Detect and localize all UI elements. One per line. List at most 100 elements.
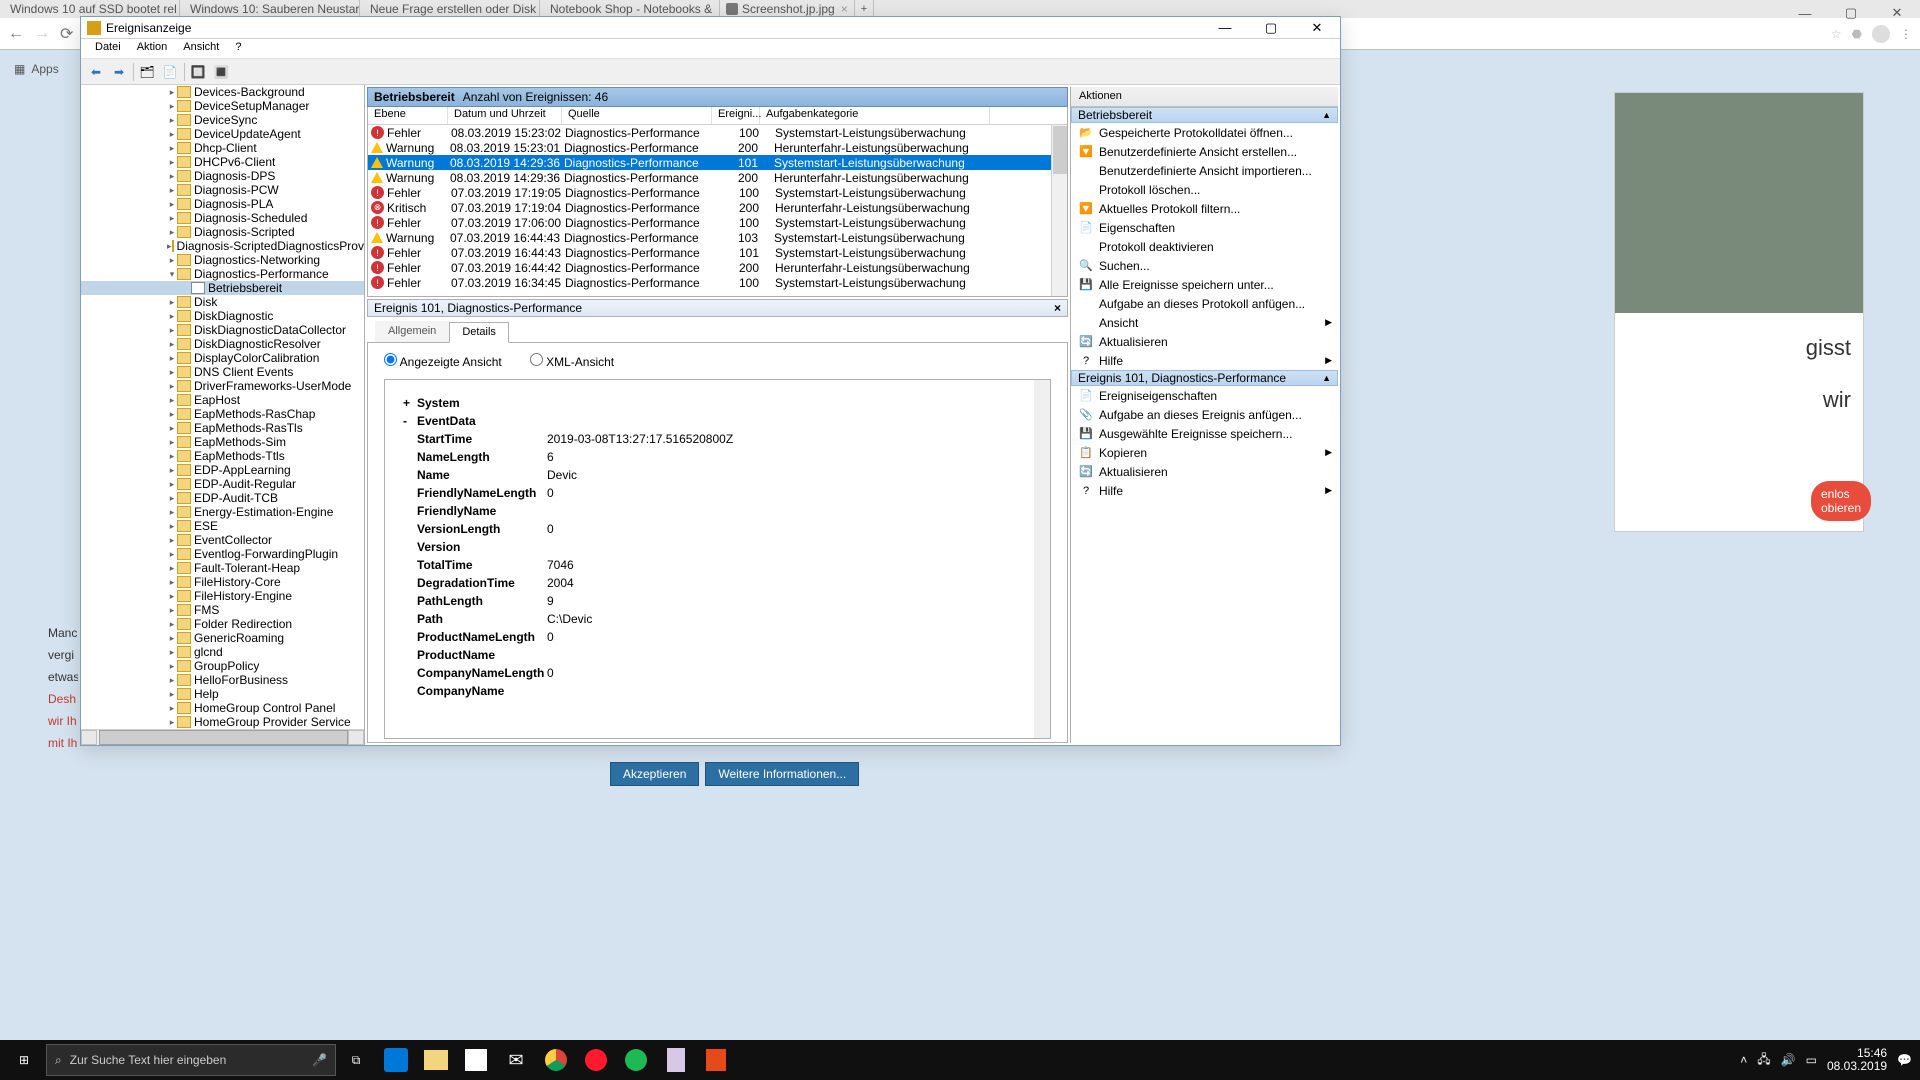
start-button[interactable]: ⊞ <box>0 1040 48 1080</box>
tree-node[interactable]: ▾Diagnostics-Performance <box>81 267 364 281</box>
action-item[interactable]: 💾Alle Ereignisse speichern unter... <box>1071 275 1338 294</box>
browser-maximize-button[interactable]: ▢ <box>1828 0 1874 26</box>
tree-node[interactable]: ▸DiskDiagnosticDataCollector <box>81 323 364 337</box>
taskbar-app-icon[interactable] <box>656 1040 696 1080</box>
tree-node[interactable]: ▸HomeGroup Provider Service <box>81 715 364 729</box>
tree-node[interactable]: ▸EapMethods-RasChap <box>81 407 364 421</box>
tree-node[interactable]: ▸EDP-AppLearning <box>81 463 364 477</box>
browser-close-button[interactable]: ✕ <box>1874 0 1920 26</box>
event-row[interactable]: !Fehler07.03.2019 17:19:05Diagnostics-Pe… <box>368 185 1051 200</box>
nav-forward-button[interactable]: ➡ <box>108 61 130 83</box>
menu-item[interactable]: Ansicht <box>175 39 227 58</box>
expand-arrow-icon[interactable]: ▸ <box>167 465 177 476</box>
tree-node[interactable]: ▸HelloForBusiness <box>81 673 364 687</box>
tree-node[interactable]: ▸Diagnosis-Scripted <box>81 225 364 239</box>
expand-arrow-icon[interactable]: ▸ <box>167 703 177 714</box>
tree-node[interactable]: ▸EapMethods-RasTls <box>81 421 364 435</box>
taskbar-chrome-icon[interactable] <box>536 1040 576 1080</box>
detail-scrollbar[interactable] <box>1034 380 1050 738</box>
tree-node[interactable]: ▸GroupPolicy <box>81 659 364 673</box>
tree-node[interactable]: ▸DiskDiagnosticResolver <box>81 337 364 351</box>
taskbar-explorer-icon[interactable] <box>416 1040 456 1080</box>
expand-arrow-icon[interactable]: ▸ <box>167 507 177 518</box>
tree-node[interactable]: ▸EDP-Audit-Regular <box>81 477 364 491</box>
actions-section-log[interactable]: Betriebsbereit▲ <box>1071 107 1338 123</box>
show-hide-tree-button[interactable]: 🗂 <box>136 61 158 83</box>
star-icon[interactable]: ☆ <box>1831 27 1842 41</box>
menu-item[interactable]: ? <box>227 39 249 58</box>
task-view-button[interactable]: ⧉ <box>336 1040 376 1080</box>
tree-node[interactable]: ▸Diagnosis-DPS <box>81 169 364 183</box>
expand-arrow-icon[interactable]: ▸ <box>167 549 177 560</box>
reload-button[interactable]: ⟳ <box>60 24 73 44</box>
expand-arrow-icon[interactable]: ▸ <box>167 479 177 490</box>
tree-node[interactable]: ▸glcnd <box>81 645 364 659</box>
tree-node[interactable]: ▸Disk <box>81 295 364 309</box>
tray-network-icon[interactable]: 🖧 <box>1757 1050 1770 1071</box>
column-header[interactable]: Aufgabenkategorie <box>760 107 990 124</box>
event-row[interactable]: !Fehler07.03.2019 17:06:00Diagnostics-Pe… <box>368 215 1051 230</box>
expand-arrow-icon[interactable]: ▸ <box>167 577 177 588</box>
radio-xml-view[interactable]: XML-Ansicht <box>530 353 614 369</box>
expand-arrow-icon[interactable]: ▸ <box>167 367 177 378</box>
tree-node[interactable]: ▸DeviceUpdateAgent <box>81 127 364 141</box>
expand-arrow-icon[interactable]: ▸ <box>167 171 177 182</box>
expand-arrow-icon[interactable]: ▾ <box>167 269 177 280</box>
event-row[interactable]: Warnung08.03.2019 14:29:36Diagnostics-Pe… <box>368 170 1051 185</box>
tray-overflow-icon[interactable]: ˄ <box>1740 1053 1747 1067</box>
tree-node[interactable]: ▸EDP-Audit-TCB <box>81 491 364 505</box>
detail-close-button[interactable]: × <box>1054 301 1061 315</box>
taskbar-store-icon[interactable] <box>456 1040 496 1080</box>
expand-arrow-icon[interactable]: ▸ <box>167 311 177 322</box>
expand-system[interactable]: + <box>403 394 417 412</box>
event-row[interactable]: Warnung08.03.2019 14:29:36Diagnostics-Pe… <box>368 155 1051 170</box>
tray-volume-icon[interactable]: 🔊 <box>1781 1053 1796 1067</box>
collapse-eventdata[interactable]: - <box>403 412 417 430</box>
expand-arrow-icon[interactable]: ▸ <box>167 157 177 168</box>
action-item[interactable]: 🔄Aktualisieren <box>1071 332 1338 351</box>
tree-node[interactable]: ▸DeviceSetupManager <box>81 99 364 113</box>
tree-node[interactable]: ▸FileHistory-Engine <box>81 589 364 603</box>
expand-arrow-icon[interactable]: ▸ <box>167 521 177 532</box>
action-item[interactable]: Protokoll deaktivieren <box>1071 237 1338 256</box>
column-header[interactable]: Quelle <box>562 107 712 124</box>
taskbar-search[interactable]: ⌕ Zur Suche Text hier eingeben 🎤 <box>46 1044 336 1076</box>
tree-node[interactable]: ▸GenericRoaming <box>81 631 364 645</box>
radio-friendly-view[interactable]: Angezeigte Ansicht <box>384 353 502 369</box>
column-header[interactable]: Ereigni... <box>712 107 760 124</box>
expand-arrow-icon[interactable]: ▸ <box>167 619 177 630</box>
tree-node[interactable]: ▸Diagnosis-ScriptedDiagnosticsProvider <box>81 239 364 253</box>
action-item[interactable]: 🔍Suchen... <box>1071 256 1338 275</box>
expand-arrow-icon[interactable]: ▸ <box>167 381 177 392</box>
tray-notifications-icon[interactable]: 💬 <box>1897 1053 1912 1067</box>
expand-arrow-icon[interactable]: ▸ <box>167 409 177 420</box>
event-row[interactable]: Warnung08.03.2019 15:23:01Diagnostics-Pe… <box>368 140 1051 155</box>
tree-node[interactable]: ▸Energy-Estimation-Engine <box>81 505 364 519</box>
apps-label[interactable]: Apps <box>31 62 58 76</box>
tree-node[interactable]: ▸Dhcp-Client <box>81 141 364 155</box>
titlebar[interactable]: Ereignisanzeige — ▢ ✕ <box>81 17 1340 39</box>
action-item[interactable]: 📄Eigenschaften <box>1071 218 1338 237</box>
expand-arrow-icon[interactable]: ▸ <box>167 493 177 504</box>
taskbar-spotify-icon[interactable] <box>616 1040 656 1080</box>
taskbar-office-icon[interactable] <box>696 1040 736 1080</box>
tree-node[interactable]: ▸ESE <box>81 519 364 533</box>
action-item[interactable]: 💾Ausgewählte Ereignisse speichern... <box>1071 424 1338 443</box>
event-list-scrollbar[interactable] <box>1051 125 1067 296</box>
expand-arrow-icon[interactable]: ▸ <box>167 227 177 238</box>
expand-arrow-icon[interactable]: ▸ <box>167 101 177 112</box>
apps-icon[interactable]: ▦ <box>14 62 25 76</box>
expand-arrow-icon[interactable]: ▸ <box>167 605 177 616</box>
cookie-more-info-button[interactable]: Weitere Informationen... <box>705 762 859 786</box>
view-button-1[interactable]: 🔲 <box>187 61 209 83</box>
event-row[interactable]: ⊗Kritisch07.03.2019 17:19:04Diagnostics-… <box>368 200 1051 215</box>
back-button[interactable]: ← <box>8 25 24 43</box>
action-item[interactable]: Protokoll löschen... <box>1071 180 1338 199</box>
menu-item[interactable]: Aktion <box>129 39 176 58</box>
event-row[interactable]: !Fehler07.03.2019 16:34:45Diagnostics-Pe… <box>368 275 1051 290</box>
view-button-2[interactable]: 🔳 <box>210 61 232 83</box>
action-item[interactable]: Benutzerdefinierte Ansicht importieren..… <box>1071 161 1338 180</box>
expand-arrow-icon[interactable]: ▸ <box>167 717 177 728</box>
expand-arrow-icon[interactable]: ▸ <box>167 115 177 126</box>
action-item[interactable]: 🔽Benutzerdefinierte Ansicht erstellen... <box>1071 142 1338 161</box>
